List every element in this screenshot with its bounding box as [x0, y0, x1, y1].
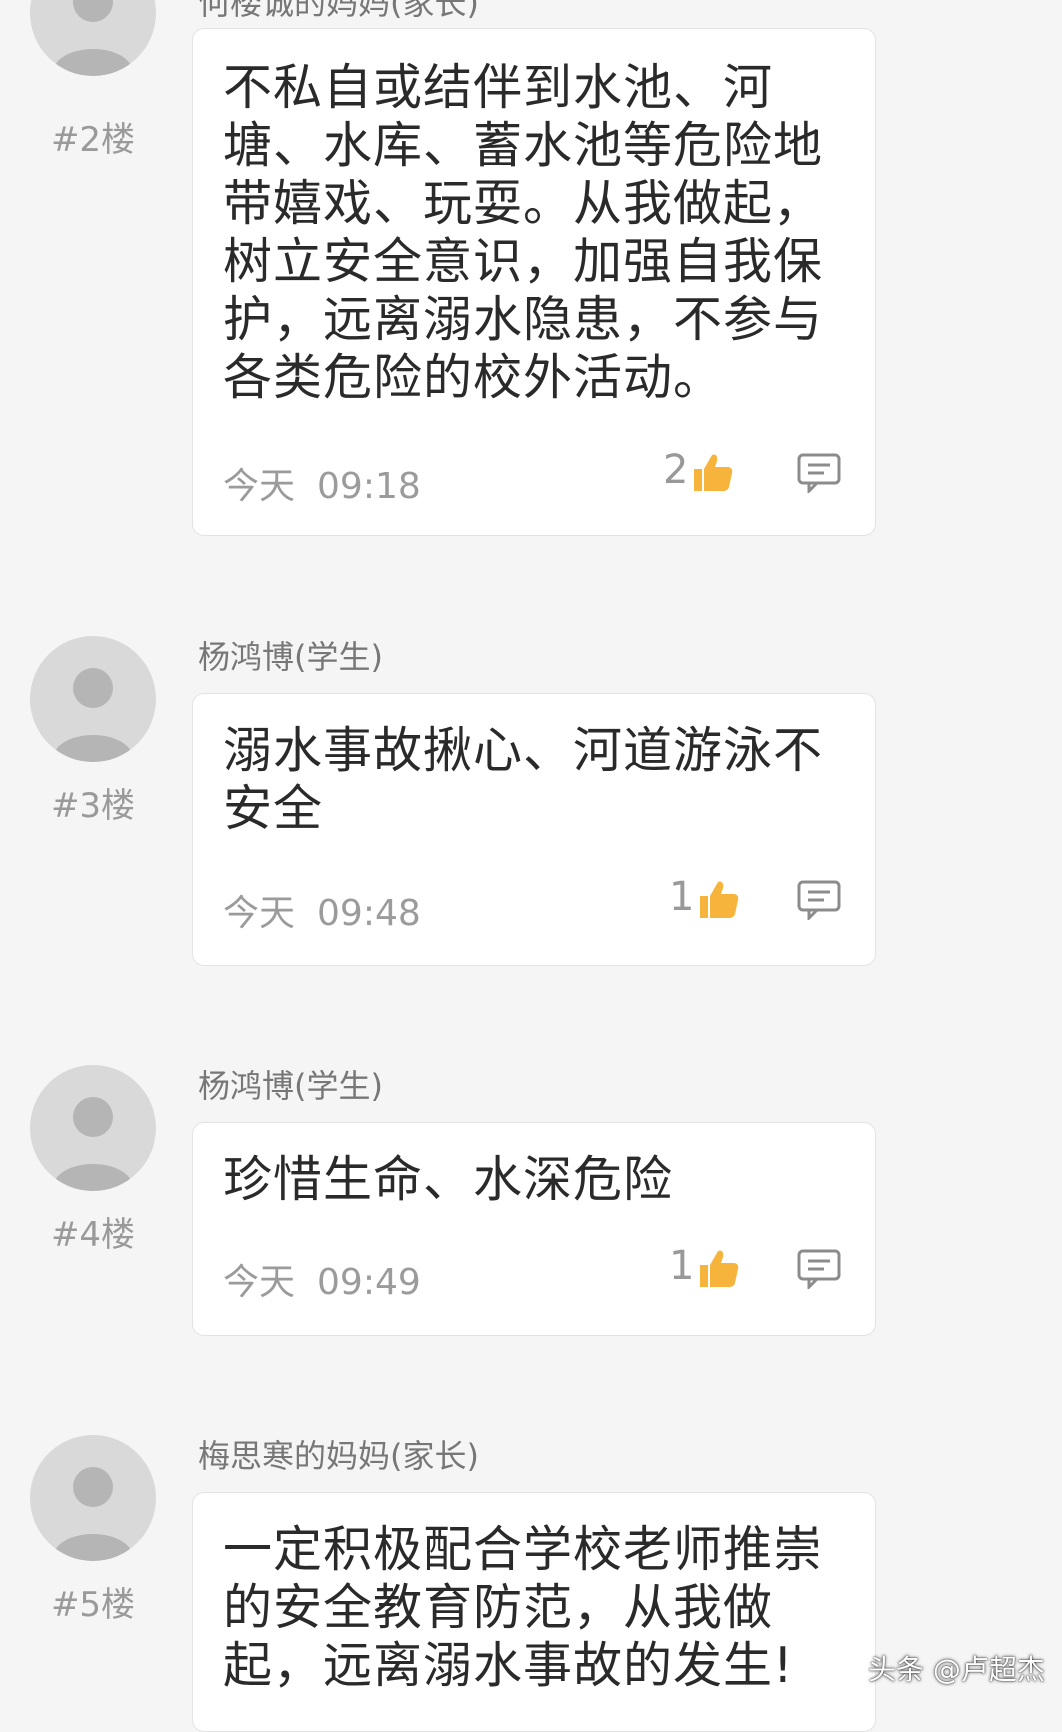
- date-label: 今天: [223, 466, 296, 507]
- time-label: 09:18: [317, 466, 421, 507]
- thumbs-up-icon: [694, 454, 733, 491]
- date-label: 今天: [223, 1262, 296, 1303]
- timestamp: 今天 09:48: [223, 884, 421, 936]
- timestamp: 今天 09:49: [223, 1253, 421, 1305]
- floor-number: #3楼: [50, 786, 136, 826]
- comment-card: 一定积极配合学校老师推崇的安全教育防范，从我做起，远离溺水事故的发生!: [192, 1492, 876, 1732]
- post-author: 何楼诚的妈妈(家长): [198, 0, 479, 22]
- comment-card: 不私自或结伴到水池、河塘、水库、蓄水池等危险地带嬉戏、玩耍。从我做起，树立安全意…: [192, 28, 876, 536]
- comment-icon[interactable]: [797, 453, 841, 493]
- comment-icon[interactable]: [797, 880, 841, 920]
- date-label: 今天: [223, 893, 296, 934]
- default-avatar-icon[interactable]: [30, 0, 156, 76]
- post-author: 杨鸿博(学生): [198, 638, 383, 676]
- time-label: 09:49: [317, 1262, 421, 1303]
- comment-content: 溺水事故揪心、河道游泳不安全: [223, 722, 824, 837]
- floor-number: #5楼: [50, 1585, 136, 1625]
- like-count: 2: [663, 447, 689, 493]
- like-button[interactable]: 1: [669, 874, 740, 920]
- like-count: 1: [669, 874, 695, 920]
- comment-icon[interactable]: [797, 1249, 841, 1289]
- time-label: 09:48: [317, 893, 421, 934]
- thumbs-up-icon: [700, 881, 739, 918]
- comment-card: 溺水事故揪心、河道游泳不安全 今天 09:48 1: [192, 693, 876, 966]
- default-avatar-icon[interactable]: [30, 1065, 156, 1191]
- default-avatar-icon[interactable]: [30, 1435, 156, 1561]
- like-count: 1: [669, 1243, 695, 1289]
- like-button[interactable]: 1: [669, 1243, 740, 1289]
- watermark: 头条 @卢超杰: [868, 1653, 1045, 1686]
- comment-content: 不私自或结伴到水池、河塘、水库、蓄水池等危险地带嬉戏、玩耍。从我做起，树立安全意…: [223, 59, 824, 406]
- comment-card: 珍惜生命、水深危险 今天 09:49 1: [192, 1122, 876, 1336]
- comment-content: 珍惜生命、水深危险: [223, 1151, 674, 1208]
- default-avatar-icon[interactable]: [30, 636, 156, 762]
- floor-number: #2楼: [50, 120, 136, 160]
- post-author: 杨鸿博(学生): [198, 1067, 383, 1105]
- floor-number: #4楼: [50, 1215, 136, 1255]
- thumbs-up-icon: [700, 1250, 739, 1287]
- timestamp: 今天 09:18: [223, 457, 421, 509]
- comment-content: 一定积极配合学校老师推崇的安全教育防范，从我做起，远离溺水事故的发生!: [223, 1521, 824, 1694]
- like-button[interactable]: 2: [663, 447, 734, 493]
- post-author: 梅思寒的妈妈(家长): [198, 1437, 479, 1475]
